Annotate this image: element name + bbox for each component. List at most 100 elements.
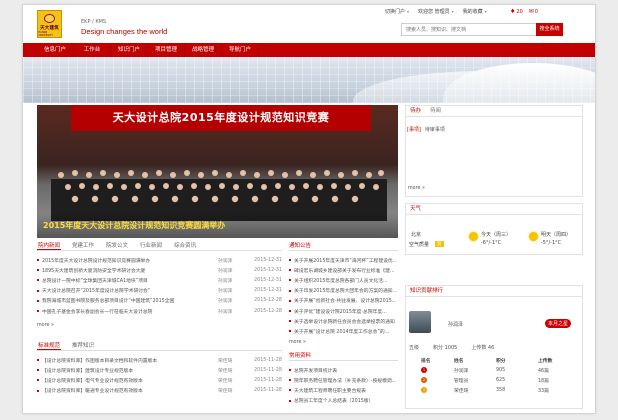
list-item[interactable]: 院年职务聘任管理办法（补充条款）-按规模调... <box>289 375 398 385</box>
air-quality-label: 空气质量 <box>409 242 430 248</box>
browser-frame: 天大建筑 TIANJIN UNIVERSITY EKP / KMS Design… <box>22 4 596 414</box>
list-item[interactable]: 总院设计一院中标“全球集团天津城CA1地块”项目 孙润泽 2015-12-31 <box>37 275 282 285</box>
nav-project-management[interactable]: 项目管理 <box>148 43 185 57</box>
weather-today-label: 今天（周三） <box>481 232 512 238</box>
logo-subtext: TIANJIN UNIVERSITY <box>38 31 53 37</box>
tab-general-info[interactable]: 综合资讯 <box>173 241 197 250</box>
logo-seal-icon <box>44 14 55 23</box>
list-item[interactable]: 关于开展“创新社会·共驻发展、设计总院2015... <box>289 296 398 306</box>
standards-tabs: 标准规范 推荐知识 <box>37 341 282 351</box>
common-docs-heading: 常用资料 <box>289 351 398 361</box>
list-item[interactable]: 【设计总院资料库】暖通专业设计规范有效版本 荣佳琦 2015-11-28 <box>37 386 282 396</box>
list-item[interactable]: 天大设计总院召开“2015年度设计总院学术研讨会” 孙润泽 2015-12-31 <box>37 286 282 296</box>
list-item[interactable]: 【设计总院资料库】电气专业设计规范有效版本 荣佳琦 2015-11-28 <box>37 375 282 385</box>
tab-to-read[interactable]: 待阅 <box>430 106 441 116</box>
list-item[interactable]: 2015年度天大设计总院设计规范知识竞赛圆满举办 孙润泽 2015-12-31 <box>37 255 282 265</box>
double-chevron-right-icon: » <box>421 186 425 191</box>
company-logo[interactable]: 天大建筑 TIANJIN UNIVERSITY <box>37 10 62 38</box>
notice-more-link[interactable]: more » <box>289 340 306 345</box>
sunny-icon <box>469 232 478 241</box>
featured-news-caption[interactable]: 2015年度天大设计总院设计规范知识竞赛圆满举办 <box>43 220 225 231</box>
chevron-down-icon: ▾ <box>484 9 487 14</box>
nav-info-portal[interactable]: 信息门户 <box>37 43 74 57</box>
nav-knowledge-portal[interactable]: 知识门户 <box>111 43 148 57</box>
search-button[interactable]: 搜全系统 <box>536 23 563 36</box>
alerts-button[interactable]: ♦ 20 <box>510 8 523 15</box>
double-chevron-right-icon: » <box>302 340 306 345</box>
search-input[interactable] <box>401 23 537 36</box>
top-contributor-name[interactable]: 孙润泽 <box>448 321 463 328</box>
user-menu-link[interactable]: 欢迎您 管理员 ▾ <box>418 8 454 15</box>
nav-workbench[interactable]: 工作台 <box>74 43 111 57</box>
common-docs-list: 总院开发项目统计表 院年职务聘任管理办法（补充条款）-按规模调... 天大建筑工… <box>289 365 398 406</box>
list-item[interactable]: 关于开展“设计总院 2014年度工作总会”的... <box>289 326 398 336</box>
news-tabs: 院内新闻 党建工作 院发公文 行业新闻 综合资讯 <box>37 241 282 251</box>
list-item[interactable]: 关于组织2015年度总院各部门人员文化活... <box>289 275 398 285</box>
top-links: 切换门户 ▾ 欢迎您 管理员 ▾ 我的收藏 ▾ <box>385 8 487 15</box>
notifications: ♦ 20 ✉ 0 <box>510 8 538 15</box>
list-item[interactable]: 总院开发项目统计表 <box>289 365 398 375</box>
table-row[interactable]: 2 管理员 625 18篇 <box>421 375 581 385</box>
tab-party-work[interactable]: 党建工作 <box>71 241 95 250</box>
mail-icon: ✉ <box>528 8 534 15</box>
chevron-down-icon: ▾ <box>407 9 410 14</box>
list-item[interactable]: 关于选举设计总院新任会员会会选举投票的通知 <box>289 316 398 326</box>
nav-navigation-portal[interactable]: 导航门户 <box>222 43 259 57</box>
notice-heading: 通知公告 <box>289 241 398 251</box>
double-chevron-right-icon: » <box>50 323 54 328</box>
todo-tabs: 待办 待阅 <box>406 106 582 117</box>
todo-panel: 待办 待阅 <box>405 105 583 197</box>
star-of-month-badge: 本月之星 <box>545 319 572 328</box>
slogan: Design changes the world <box>81 27 168 36</box>
messages-button[interactable]: ✉ 0 <box>529 8 538 15</box>
chevron-down-icon: ▾ <box>451 9 454 14</box>
weather-body: 北京 空气质量 良 今天（周三） -6°/-1°C 明天（周四） -5°/-1°… <box>409 231 583 253</box>
weather-tomorrow-label: 明天（周四） <box>541 232 572 238</box>
list-item[interactable]: 【设计总院资料库】建筑设计专业规范版本 荣佳琦 2015-11-28 <box>37 365 282 375</box>
list-item[interactable]: 碑设宏乐湖城乡建设部关于发布行业标准《建... <box>289 265 398 275</box>
tab-recommended[interactable]: 推荐知识 <box>71 341 95 350</box>
group-photo-people <box>51 170 387 221</box>
list-item[interactable]: 中国孔子基金会李长春副会长一行莅临天大设计总院 孙润泽 2015-12-28 <box>37 306 282 316</box>
list-item[interactable]: 关于印发2015年度总院大团年会的方案的通知... <box>289 286 398 296</box>
air-quality-badge: 良 <box>435 241 444 247</box>
weather-today-temp: -6°/-1°C <box>481 240 502 246</box>
standards-list: 【设计总院资料库】作图版本目录文档和软件内置版本 荣佳琦 2015-11-28 【设… <box>37 355 282 396</box>
news-list: 2015年度天大设计总院设计规范知识竞赛圆满举办 孙润泽 2015-12-31 18… <box>37 255 282 316</box>
page-header: 天大建筑 TIANJIN UNIVERSITY EKP / KMS Design… <box>23 5 595 43</box>
top-contributor-stats: 五级 积分 1005 上传数 46 <box>409 345 495 351</box>
ranking-heading: 知识贡献排行 <box>406 286 582 297</box>
list-item[interactable]: 关于开展2015年度天津市“海河杯”工程建设优... <box>289 255 398 265</box>
tab-standards[interactable]: 标准规范 <box>37 341 62 350</box>
sunny-icon <box>529 232 538 241</box>
featured-news-photo[interactable]: 天大设计总院2015年度设计规范知识竞赛 2015年度天大设计总院设计规范知识竞… <box>37 105 398 238</box>
list-item[interactable]: 天大建筑工程师聘任职主要合规表 <box>289 385 398 395</box>
todo-item[interactable]: [事项] 待审事项 <box>407 126 445 133</box>
nav-strategy-management[interactable]: 战略管理 <box>185 43 222 57</box>
tab-industry-news[interactable]: 行业新闻 <box>139 241 163 250</box>
list-item[interactable]: 总院员工年度个人总结表（2015版） <box>289 396 398 406</box>
table-row[interactable]: 1 孙润泽 905 46篇 <box>421 365 581 375</box>
main-nav: 信息门户 工作台 知识门户 项目管理 战略管理 导航门户 <box>23 43 595 57</box>
list-item[interactable]: 【设计总院资料库】作图版本目录文档和软件内置版本 荣佳琦 2015-11-28 <box>37 355 282 365</box>
system-name: EKP / KMS <box>81 19 107 25</box>
avatar[interactable] <box>409 311 431 333</box>
switch-portal-link[interactable]: 切换门户 ▾ <box>385 8 409 15</box>
list-item[interactable]: 关于评优“建设设计院2015年度·总院年度... <box>289 306 398 316</box>
tab-official-docs[interactable]: 院发公文 <box>105 241 129 250</box>
weather-city: 北京 <box>411 232 422 238</box>
news-more-link[interactable]: more » <box>37 323 54 328</box>
table-row[interactable]: 3 荣佳琦 358 33篇 <box>421 385 581 395</box>
weather-tomorrow-temp: -5°/-1°C <box>541 240 562 246</box>
todo-more-link[interactable]: more » <box>408 186 425 191</box>
bell-icon: ♦ <box>510 8 516 15</box>
favorites-link[interactable]: 我的收藏 ▾ <box>463 8 487 15</box>
event-banner-title: 天大设计总院2015年度设计规范知识竞赛 <box>112 111 330 124</box>
tab-todo[interactable]: 待办 <box>410 106 421 116</box>
notice-list: 关于开展2015年度天津市“海河杯”工程建设优... 碑设宏乐湖城乡建设部关于发… <box>289 255 398 337</box>
list-item[interactable]: 1895天大建筑创新大厦消防安全学术研讨会大厦 孙润泽 2015-12-31 <box>37 265 282 275</box>
list-item[interactable]: 我院海城市蓝图书院及服务总部项目设计“中国建筑”2015全国 孙润泽 2015-12… <box>37 296 282 306</box>
tab-institute-news[interactable]: 院内新闻 <box>37 241 62 250</box>
weather-heading: 天气 <box>406 204 582 215</box>
hero-banner-image <box>23 57 595 103</box>
